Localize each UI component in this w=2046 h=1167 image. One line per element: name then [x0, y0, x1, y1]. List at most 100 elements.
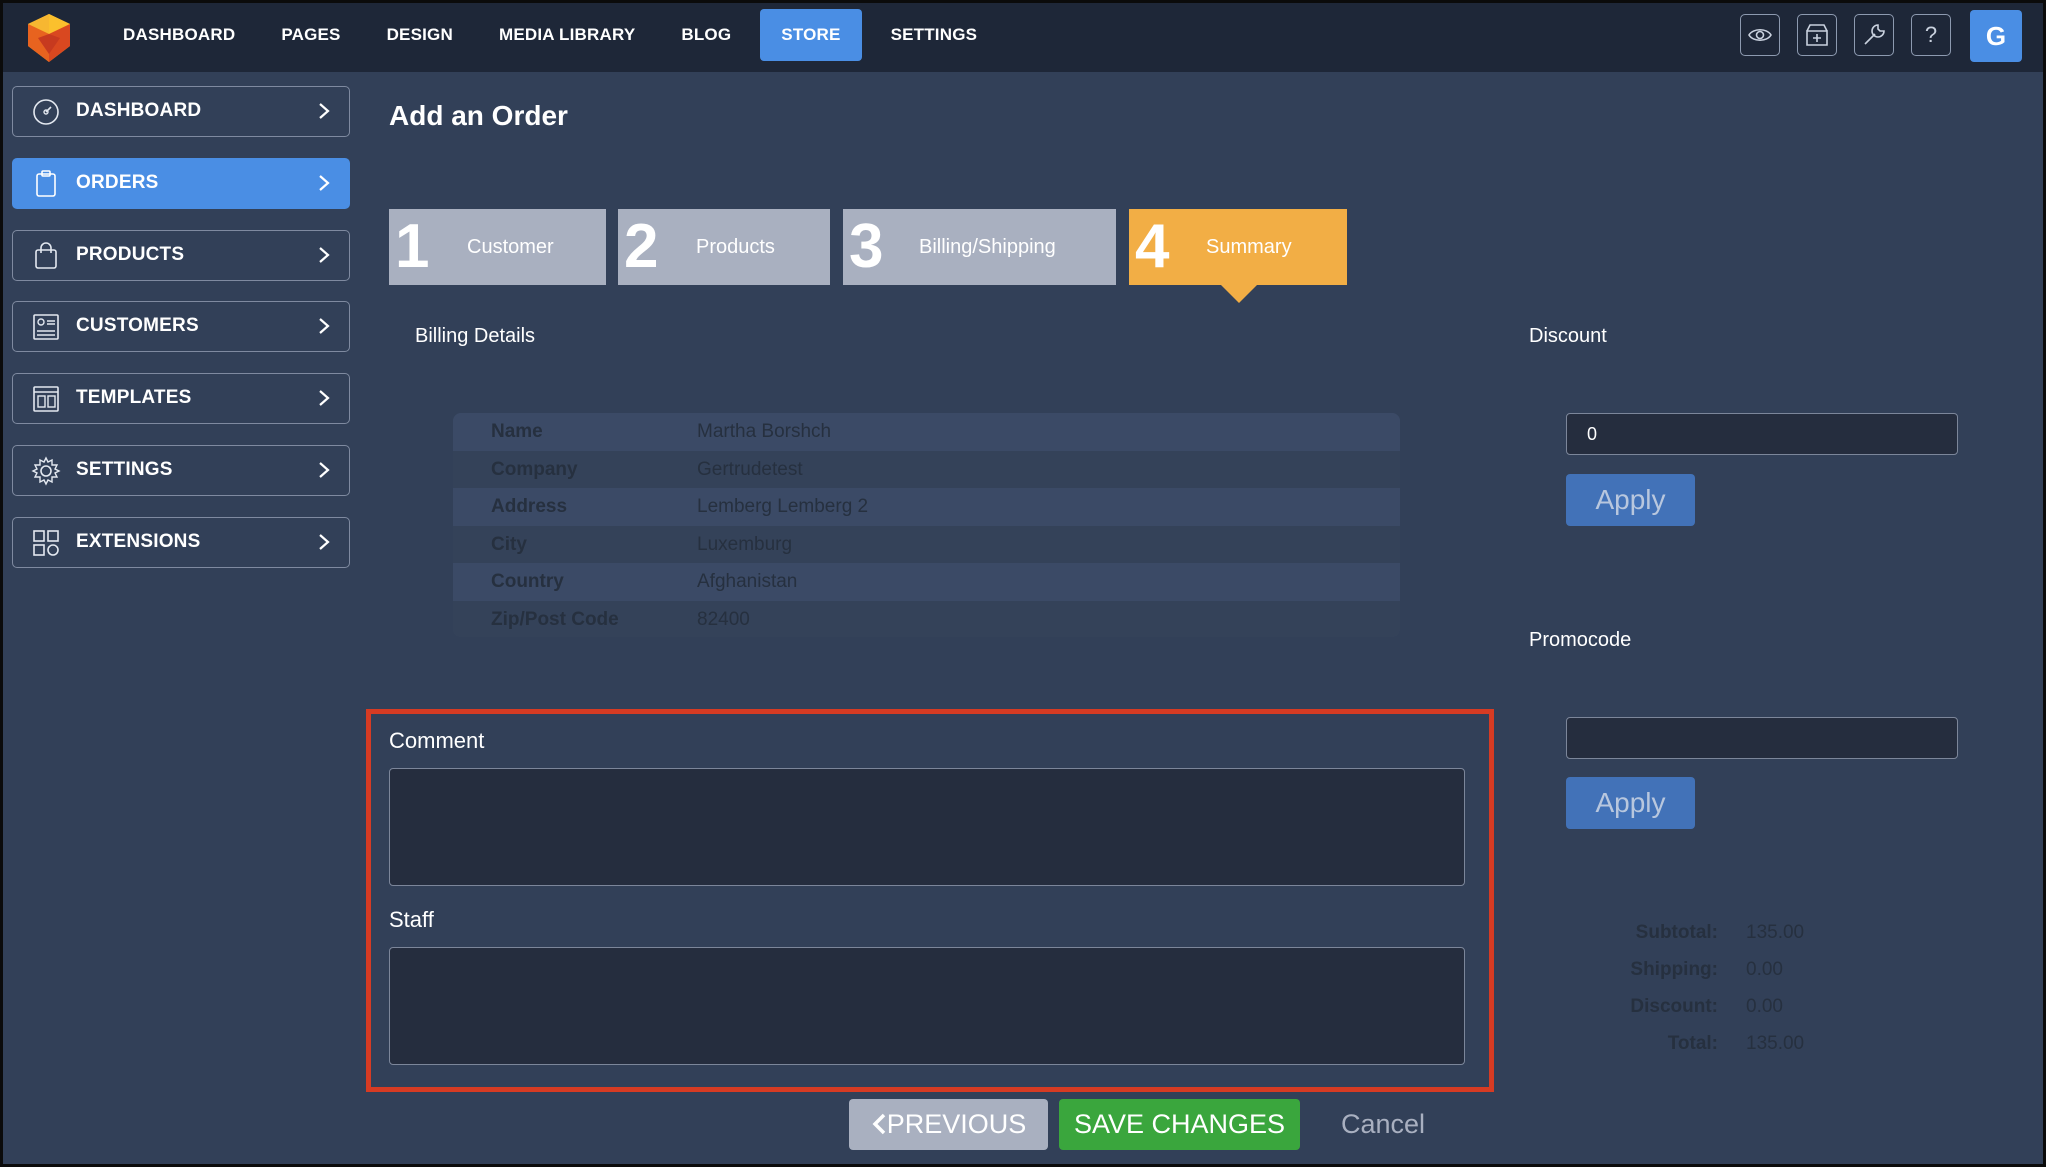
billing-key: City: [491, 533, 527, 555]
step-number: 1: [395, 212, 430, 281]
user-avatar[interactable]: G: [1970, 10, 2022, 62]
step-summary[interactable]: 4 Summary: [1129, 209, 1347, 285]
discount-input[interactable]: [1566, 413, 1958, 455]
gear-icon: [31, 456, 61, 486]
sidebar-item-label: TEMPLATES: [76, 387, 192, 408]
staff-label: Staff: [389, 907, 434, 932]
step-label: Billing/Shipping: [919, 236, 1056, 258]
total-value: 135.00: [1746, 922, 1805, 943]
step-label: Customer: [467, 236, 554, 258]
gauge-icon: [33, 99, 59, 125]
sidebar-item-label: PRODUCTS: [76, 244, 185, 265]
topnav-media-library[interactable]: MEDIA LIBRARY: [482, 9, 652, 61]
top-nav: DASHBOARD PAGES DESIGN MEDIA LIBRARY BLO…: [106, 9, 1006, 61]
topnav-design[interactable]: DESIGN: [370, 9, 470, 61]
billing-key: Zip/Post Code: [491, 608, 619, 630]
sidebar-item-products[interactable]: PRODUCTS: [12, 230, 350, 281]
sidebar-item-orders[interactable]: ORDERS: [12, 158, 350, 209]
top-bar: DASHBOARD PAGES DESIGN MEDIA LIBRARY BLO…: [0, 0, 2046, 72]
eye-icon: [1748, 28, 1772, 42]
chevron-left-icon: [872, 1113, 885, 1135]
chevron-right-icon: [319, 462, 330, 478]
active-step-pointer: [1220, 284, 1258, 303]
wrench-icon: [1864, 24, 1885, 45]
preview-button[interactable]: [1740, 14, 1780, 56]
sidebar-item-label: DASHBOARD: [76, 100, 202, 121]
total-key: Shipping:: [1630, 959, 1718, 980]
page-title: Add an Order: [389, 100, 568, 131]
step-billing-shipping[interactable]: 3 Billing/Shipping: [843, 209, 1116, 285]
sidebar-item-templates[interactable]: TEMPLATES: [12, 373, 350, 424]
cancel-button[interactable]: Cancel: [1341, 1099, 1425, 1150]
staff-field[interactable]: [389, 947, 1465, 1065]
sidebar-item-settings[interactable]: SETTINGS: [12, 445, 350, 496]
totals-row-subtotal: Subtotal: 135.00: [1560, 922, 1860, 959]
shop-add-icon: [1806, 24, 1828, 46]
chevron-right-icon: [319, 318, 330, 334]
topnav-settings[interactable]: SETTINGS: [874, 9, 995, 61]
table-row: City Luxemburg: [453, 525, 1400, 563]
shop-add-button[interactable]: [1797, 14, 1837, 56]
comment-label: Comment: [389, 728, 485, 753]
billing-key: Address: [491, 496, 568, 517]
logo-icon[interactable]: [22, 10, 76, 64]
billing-value: Afghanistan: [697, 571, 798, 592]
apply-promocode-button[interactable]: Apply: [1566, 777, 1695, 829]
step-number: 3: [849, 212, 884, 281]
topnav-blog[interactable]: BLOG: [664, 9, 748, 61]
billing-key: Name: [491, 421, 543, 442]
chevron-right-icon: [319, 247, 330, 263]
billing-value: Gertrudetest: [697, 458, 803, 480]
chevron-right-icon: [319, 103, 330, 119]
totals-row-total: Total: 135.00: [1560, 1033, 1860, 1070]
previous-button[interactable]: PREVIOUS: [849, 1099, 1048, 1150]
totals-row-shipping: Shipping: 0.00: [1560, 959, 1860, 996]
billing-key: Country: [491, 571, 564, 592]
step-number: 2: [624, 212, 659, 281]
help-button[interactable]: ?: [1911, 14, 1951, 56]
tools-button[interactable]: [1854, 14, 1894, 56]
sidebar-item-extensions[interactable]: EXTENSIONS: [12, 517, 350, 568]
step-label: Products: [696, 236, 775, 258]
total-key: Discount:: [1630, 996, 1718, 1017]
bag-icon: [35, 242, 57, 269]
total-value: 0.00: [1746, 959, 1783, 980]
step-label: Summary: [1206, 236, 1292, 258]
totals-row-discount: Discount: 0.00: [1560, 996, 1860, 1033]
table-row: Company Gertrudetest: [453, 450, 1400, 488]
discount-label: Discount: [1529, 325, 1607, 347]
step-products[interactable]: 2 Products: [618, 209, 830, 285]
billing-value: Martha Borshch: [697, 421, 832, 442]
sidebar-item-customers[interactable]: CUSTOMERS: [12, 301, 350, 352]
help-icon: ?: [1925, 22, 1937, 47]
sidebar-item-label: SETTINGS: [76, 459, 173, 480]
promocode-label: Promocode: [1529, 629, 1632, 651]
table-row: Zip/Post Code 82400: [453, 600, 1400, 637]
table-row: Name Martha Borshch: [453, 413, 1400, 451]
clipboard-icon: [36, 170, 56, 197]
save-changes-button[interactable]: SAVE CHANGES: [1059, 1099, 1300, 1150]
total-key: Total:: [1667, 1033, 1718, 1054]
chevron-right-icon: [319, 534, 330, 550]
table-row: Country Afghanistan: [453, 563, 1400, 601]
total-value: 135.00: [1746, 1033, 1805, 1054]
grid-icon: [33, 530, 59, 556]
promocode-input[interactable]: [1566, 717, 1958, 759]
contacts-icon: [33, 314, 59, 340]
total-key: Subtotal:: [1635, 922, 1718, 943]
apply-discount-button[interactable]: Apply: [1566, 474, 1695, 526]
comment-field[interactable]: [389, 768, 1465, 886]
topnav-pages[interactable]: PAGES: [264, 9, 357, 61]
topnav-dashboard[interactable]: DASHBOARD: [106, 9, 252, 61]
billing-value: 82400: [697, 608, 750, 630]
topnav-store[interactable]: STORE: [760, 9, 862, 61]
billing-details-table: Name Martha Borshch Company Gertrudetest…: [453, 413, 1400, 637]
billing-key: Company: [491, 458, 578, 480]
sidebar-item-dashboard[interactable]: DASHBOARD: [12, 86, 350, 137]
sidebar-item-label: CUSTOMERS: [76, 315, 199, 336]
billing-details-heading: Billing Details: [415, 325, 536, 347]
svg-text:?: ?: [1925, 22, 1937, 47]
sidebar-item-label: EXTENSIONS: [76, 531, 201, 552]
total-value: 0.00: [1746, 996, 1783, 1017]
step-customer[interactable]: 1 Customer: [389, 209, 606, 285]
